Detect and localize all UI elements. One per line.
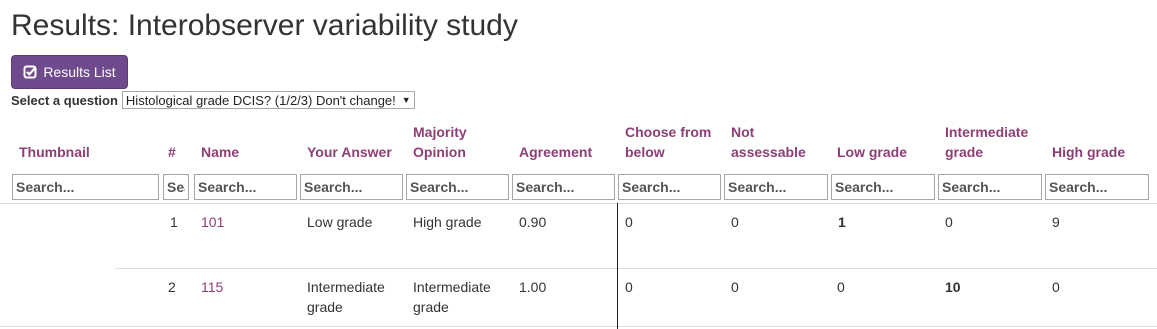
case-link[interactable]: 101 <box>201 212 224 232</box>
question-selector-row: Select a question Histological grade DCI… <box>11 90 415 110</box>
cell-majority-opinion: High grade <box>413 214 482 230</box>
cell-agreement: 1.00 <box>519 279 547 295</box>
search-input-name[interactable] <box>194 174 297 200</box>
header-divider <box>0 203 1157 204</box>
dropdown-arrow-icon: ▼ <box>401 95 411 105</box>
cell-high-grade: 0 <box>1052 279 1060 295</box>
cell-high-grade: 9 <box>1052 214 1060 230</box>
cell-choose-from-below: 0 <box>625 279 633 295</box>
search-input-number[interactable] <box>163 174 189 200</box>
results-list-label: Results List <box>43 64 116 80</box>
cell-your-answer: Low grade <box>307 214 373 230</box>
cell-low-grade: 1 <box>838 214 846 230</box>
column-header-choose-from-below[interactable]: Choose from below <box>625 122 725 162</box>
column-header-name[interactable]: Name <box>201 142 239 162</box>
cell-not-assessable: 0 <box>731 214 739 230</box>
column-header-low-grade[interactable]: Low grade <box>837 142 907 162</box>
search-input-intermediate-grade[interactable] <box>938 174 1042 200</box>
search-input-low-grade[interactable] <box>831 174 935 200</box>
case-link[interactable]: 115 <box>201 277 223 297</box>
row-divider <box>0 326 1157 327</box>
results-list-button[interactable]: Results List <box>11 55 128 89</box>
column-header-intermediate-grade[interactable]: Intermediate grade <box>945 122 1040 162</box>
cell-intermediate-grade: 0 <box>945 214 953 230</box>
cell-your-answer: Intermediate grade <box>307 279 385 315</box>
column-header-thumbnail[interactable]: Thumbnail <box>19 142 90 162</box>
question-selected-value: Histological grade DCIS? (1/2/3) Don't c… <box>125 92 396 108</box>
cell-number: 2 <box>168 279 176 295</box>
search-input-majority-opinion[interactable] <box>406 174 509 200</box>
search-input-agreement[interactable] <box>512 174 615 200</box>
cell-intermediate-grade: 10 <box>945 279 961 295</box>
page-title: Results: Interobserver variability study <box>11 9 518 42</box>
column-header-not-assessable[interactable]: Not assessable <box>731 122 821 162</box>
cell-choose-from-below: 0 <box>625 214 633 230</box>
cell-low-grade: 0 <box>837 279 845 295</box>
column-header-agreement[interactable]: Agreement <box>519 142 592 162</box>
cell-not-assessable: 0 <box>731 279 739 295</box>
search-input-your-answer[interactable] <box>300 174 403 200</box>
search-input-choose-from-below[interactable] <box>618 174 721 200</box>
cell-agreement: 0.90 <box>519 214 547 230</box>
column-header-high-grade[interactable]: High grade <box>1052 142 1125 162</box>
question-select[interactable]: Histological grade DCIS? (1/2/3) Don't c… <box>121 91 415 109</box>
column-header-your-answer[interactable]: Your Answer <box>307 142 392 162</box>
search-input-not-assessable[interactable] <box>724 174 828 200</box>
search-input-high-grade[interactable] <box>1045 174 1149 200</box>
column-resize-handle[interactable] <box>617 203 618 329</box>
cell-number: 1 <box>170 214 178 230</box>
row-divider <box>115 268 1157 269</box>
search-input-thumbnail[interactable] <box>12 174 159 200</box>
cell-majority-opinion: Intermediate grade <box>413 279 491 315</box>
column-header-majority-opinion[interactable]: Majority Opinion <box>413 122 493 162</box>
column-header-number[interactable]: # <box>168 142 176 162</box>
check-square-icon <box>23 65 37 79</box>
question-label: Select a question <box>11 92 118 108</box>
